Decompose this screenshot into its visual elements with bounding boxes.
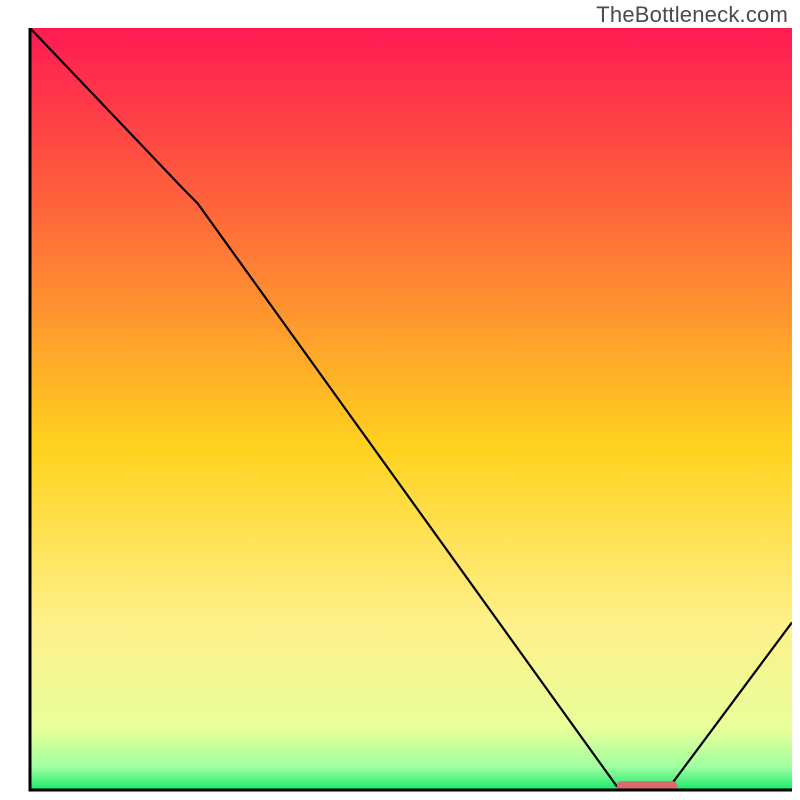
bottleneck-chart: TheBottleneck.com [0, 0, 800, 800]
plot-background [30, 28, 792, 790]
chart-svg [0, 0, 800, 800]
watermark-text: TheBottleneck.com [596, 2, 788, 28]
